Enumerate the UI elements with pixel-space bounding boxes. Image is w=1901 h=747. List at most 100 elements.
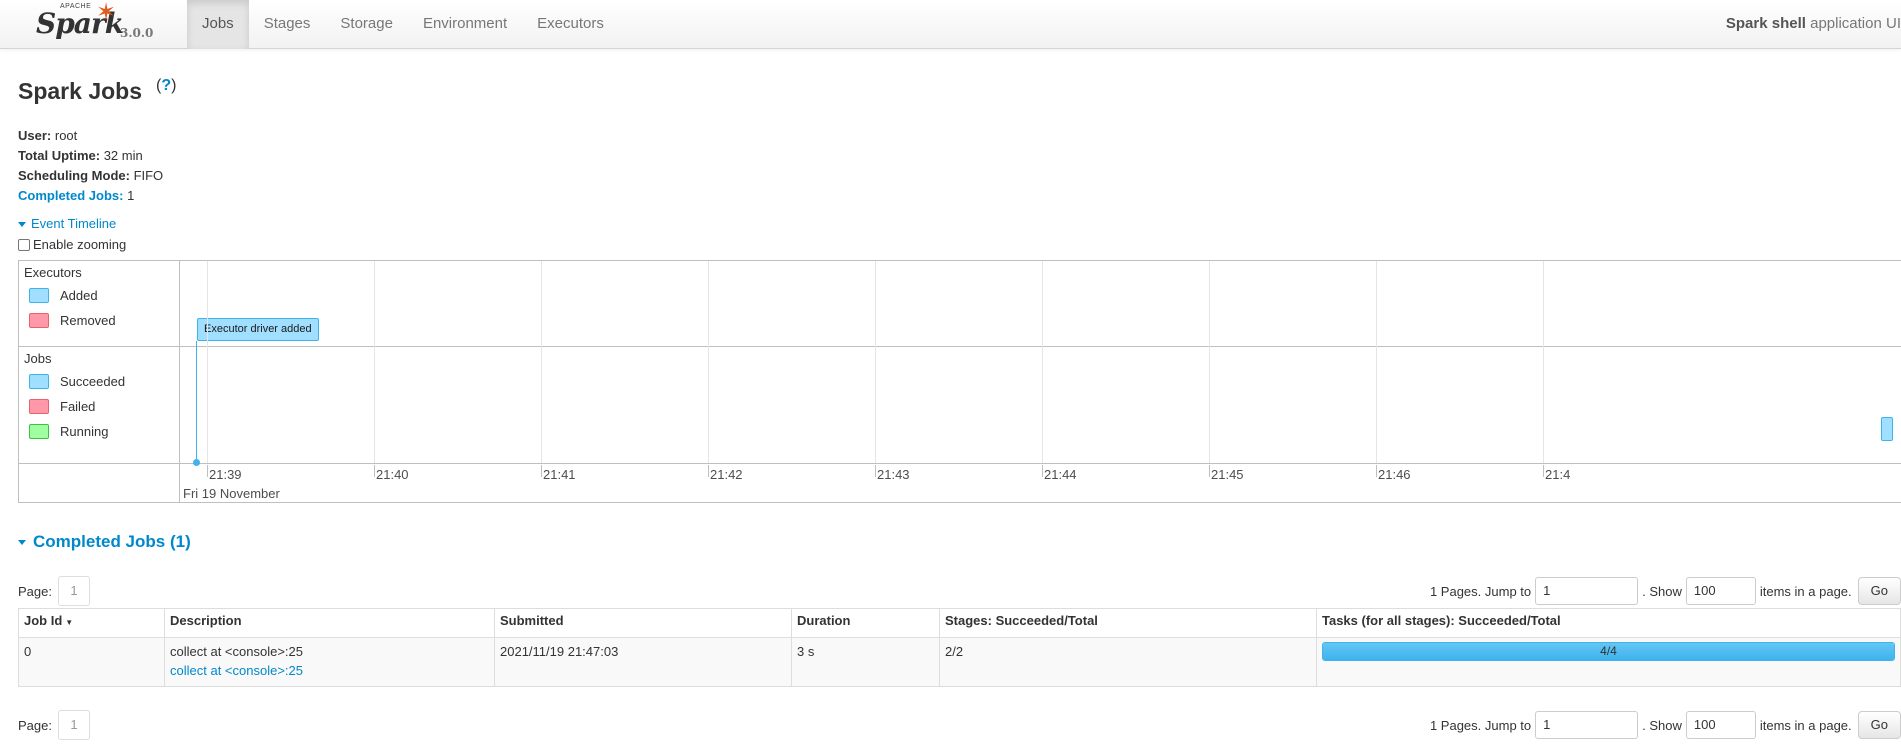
table-row: 0 collect at <console>:25 collect at <co… [18, 637, 1901, 687]
jobs-group-label: Jobs [24, 351, 52, 366]
legend-executor-removed: Removed [29, 313, 116, 328]
timeline-tick-label: 21:41 [543, 467, 576, 482]
legend-running-label: Running [60, 424, 109, 439]
timeline-tick [1376, 465, 1377, 477]
collapse-arrow-icon [18, 539, 26, 545]
app-name: Spark shell application UI [1726, 0, 1901, 49]
pages-text: 1 Pages. Jump to [1429, 717, 1532, 733]
pager-bottom: Page: 1 1 Pages. Jump to 1 . Show 100 it… [18, 710, 1901, 740]
zoom-checkbox[interactable] [18, 238, 30, 251]
tab-stages[interactable]: Stages [249, 0, 326, 49]
jump-to-page-input[interactable]: 1 [1535, 577, 1639, 605]
col-job-id[interactable]: Job Id ▼ [18, 608, 165, 638]
job-succeeded-event[interactable] [1881, 417, 1893, 441]
event-timeline-label: Event Timeline [31, 216, 117, 231]
jump-to-page-input[interactable]: 1 [1535, 711, 1639, 739]
summary-completed: Completed Jobs: 1 [18, 186, 163, 206]
timeline-tick-label: 21:40 [376, 467, 409, 482]
completed-value: 1 [123, 188, 135, 203]
page-number-button[interactable]: 1 [58, 710, 90, 740]
legend-job-failed: Failed [29, 399, 95, 414]
timeline-gridline [207, 261, 208, 463]
timeline-tick-label: 21:45 [1211, 467, 1244, 482]
page-label: Page: [18, 718, 52, 733]
pages-text: 1 Pages. Jump to [1429, 583, 1532, 599]
col-description[interactable]: Description [164, 608, 495, 638]
legend-succeeded-label: Succeeded [60, 374, 126, 389]
legend-executor-added: Added [29, 288, 98, 303]
timeline-tick [374, 465, 375, 477]
timeline-tick-label: 21:42 [710, 467, 743, 482]
executor-event-dot [193, 459, 200, 466]
uptime-value: 32 min [100, 148, 143, 163]
summary-user: User: root [18, 126, 163, 146]
completed-jobs-toggle[interactable]: Completed Jobs (1) [18, 532, 191, 552]
items-text: items in a page. [1759, 717, 1852, 733]
page-size-input[interactable]: 100 [1685, 711, 1756, 739]
go-button[interactable]: Go [1857, 577, 1901, 605]
page-controls: 1 Pages. Jump to 1 . Show 100 items in a… [1430, 710, 1901, 740]
timeline-tick [1543, 465, 1544, 477]
jobs-summary: User: root Total Uptime: 32 min Scheduli… [18, 126, 163, 206]
help-question-mark[interactable]: ? [161, 77, 171, 94]
app-name-rest: application UI [1805, 15, 1901, 32]
timeline-gridline [1543, 261, 1544, 463]
legend-swatch-failed [29, 399, 49, 414]
legend-swatch-removed [29, 313, 49, 328]
mode-label: Scheduling Mode: [18, 168, 130, 183]
items-text: items in a page. [1759, 583, 1852, 599]
col-tasks[interactable]: Tasks (for all stages): Succeeded/Total [1316, 608, 1901, 638]
timeline-tick [1042, 465, 1043, 477]
pager-top: Page: 1 1 Pages. Jump to 1 . Show 100 it… [18, 576, 1901, 606]
user-label: User: [18, 128, 52, 143]
event-timeline[interactable]: Executors Added Removed Jobs Succeeded F… [18, 260, 1901, 503]
show-text: . Show [1642, 583, 1682, 599]
timeline-gridline [1042, 261, 1043, 463]
page-size-input[interactable]: 100 [1685, 577, 1756, 605]
page-number-button[interactable]: 1 [58, 576, 90, 606]
timeline-gridline [1209, 261, 1210, 463]
legend-swatch-added [29, 288, 49, 303]
mode-value: FIFO [129, 168, 164, 183]
col-stages[interactable]: Stages: Succeeded/Total [939, 608, 1317, 638]
help-close-paren: ) [171, 77, 177, 94]
help-link[interactable]: (?) [156, 77, 176, 95]
tab-jobs[interactable]: Jobs [187, 0, 249, 49]
legend-added-label: Added [60, 288, 98, 303]
app-name-bold: Spark shell [1725, 15, 1806, 32]
cell-job-id: 0 [18, 637, 165, 687]
spark-star-icon: ✶ [96, 0, 117, 26]
enable-zooming[interactable]: Enable zooming [18, 237, 126, 252]
page-controls: 1 Pages. Jump to 1 . Show 100 items in a… [1430, 576, 1901, 606]
col-submitted[interactable]: Submitted [494, 608, 792, 638]
timeline-tick-label: 21:39 [209, 467, 242, 482]
description-link[interactable]: collect at <console>:25 [170, 663, 303, 678]
spark-logo[interactable]: APACHE Spark ✶ 3.0.0 [36, 0, 156, 48]
sort-desc-icon: ▼ [65, 618, 74, 627]
cell-duration: 3 s [791, 637, 940, 687]
timeline-tick-label: 21:46 [1378, 467, 1411, 482]
timeline-tick-label: 21:44 [1044, 467, 1077, 482]
timeline-tick [1209, 465, 1210, 477]
col-duration[interactable]: Duration [791, 608, 940, 638]
description-text: collect at <console>:25 [170, 644, 303, 659]
summary-uptime: Total Uptime: 32 min [18, 146, 163, 166]
tab-storage[interactable]: Storage [325, 0, 408, 49]
timeline-gridline [541, 261, 542, 463]
tab-executors[interactable]: Executors [522, 0, 619, 49]
legend-swatch-succeeded [29, 374, 49, 389]
timeline-gridline [708, 261, 709, 463]
timeline-tick [207, 465, 208, 477]
tasks-progress-bar: 4/4 [1322, 642, 1895, 661]
event-timeline-toggle[interactable]: Event Timeline [18, 216, 116, 231]
legend-removed-label: Removed [60, 313, 116, 328]
executor-added-event[interactable]: Executor driver added [197, 318, 319, 341]
go-button[interactable]: Go [1857, 711, 1901, 739]
completed-jobs-link[interactable]: Completed Jobs: [18, 188, 123, 203]
timeline-axis-divider [19, 463, 1901, 464]
timeline-gridline [374, 261, 375, 463]
timeline-group-divider [19, 346, 1901, 347]
timeline-gridline [875, 261, 876, 463]
executors-group-label: Executors [24, 265, 82, 280]
tab-environment[interactable]: Environment [408, 0, 522, 49]
